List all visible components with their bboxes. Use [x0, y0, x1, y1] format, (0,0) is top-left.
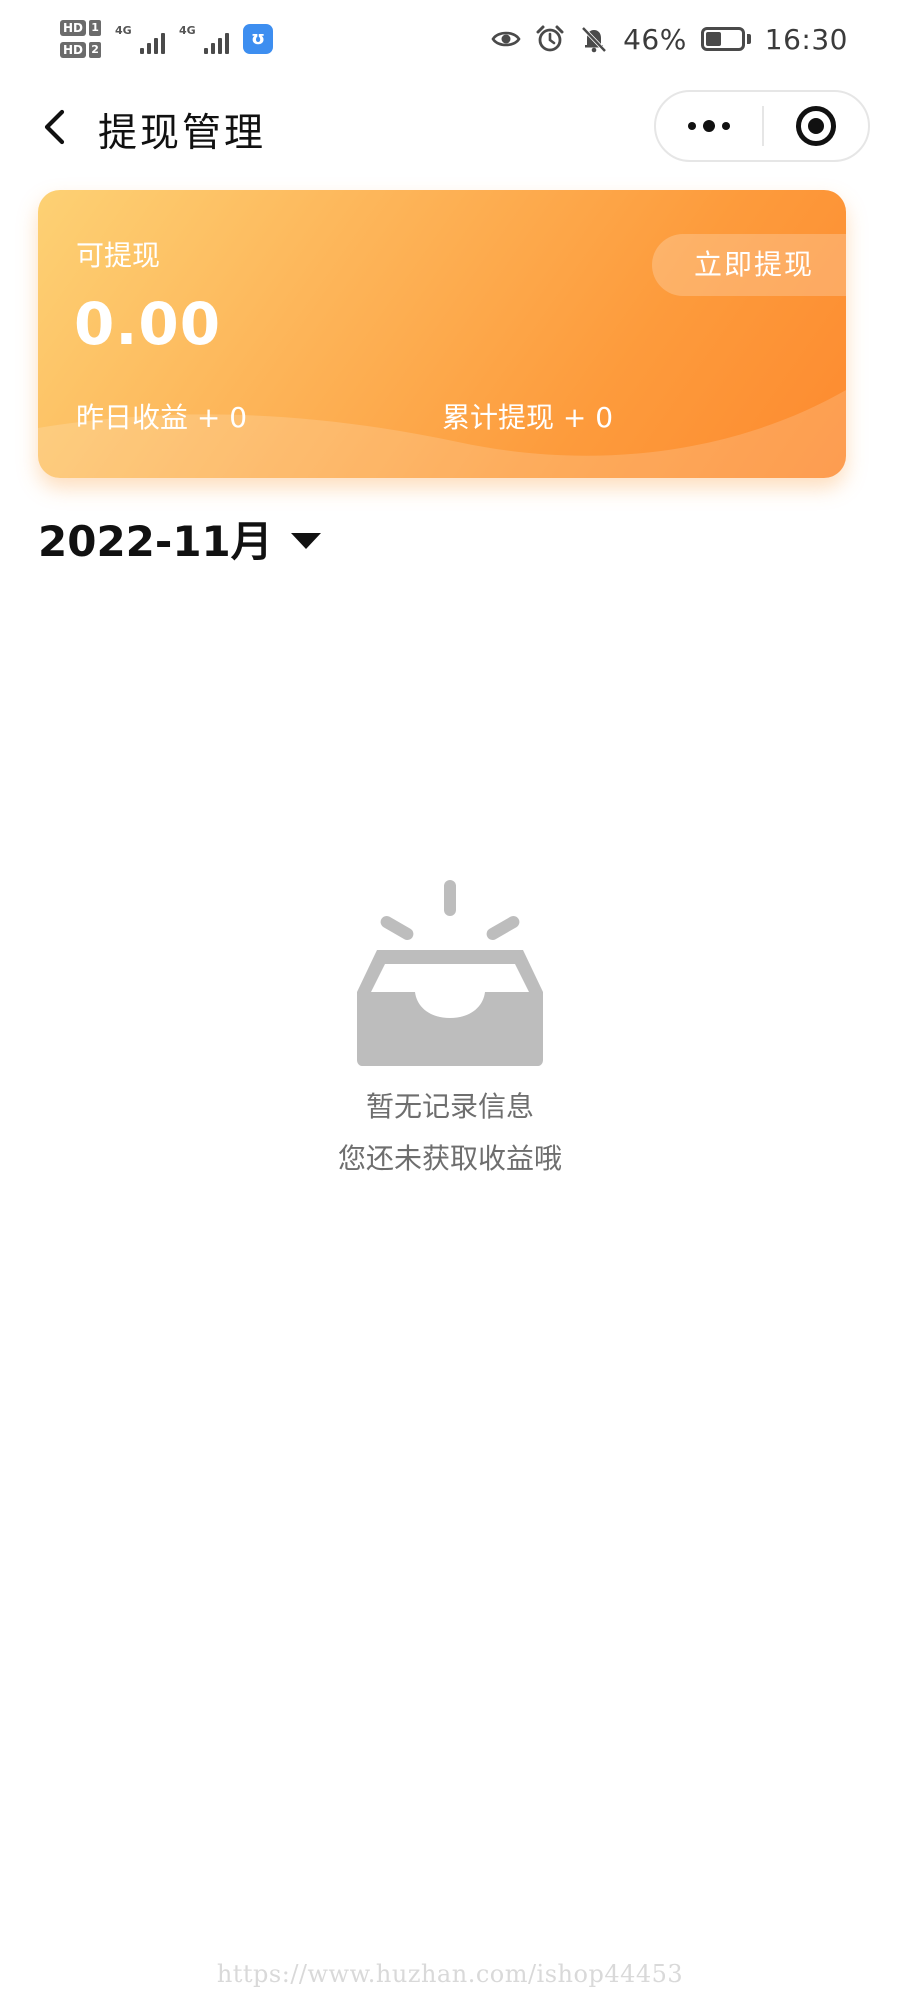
page-title: 提现管理 — [98, 111, 267, 156]
miniprogram-capsule — [654, 90, 870, 162]
network-type: 4G — [179, 24, 196, 37]
balance-card: 可提现 0.00 立即提现 昨日收益 + 0 累计提现 + 0 — [38, 190, 846, 478]
empty-title: 暂无记录信息 — [365, 1090, 534, 1123]
target-icon[interactable] — [764, 92, 868, 160]
network-type: 4G — [115, 24, 132, 37]
month-value: 2022-11月 — [38, 517, 273, 566]
month-picker[interactable]: 2022-11月 — [38, 508, 321, 569]
bell-mute-icon — [581, 26, 607, 53]
battery-icon — [700, 27, 751, 51]
total-withdrawn: 累计提现 + 0 — [442, 401, 614, 434]
sim-indicators: HD 1 HD 2 — [60, 20, 102, 58]
hd-badge: HD — [60, 42, 87, 58]
watermark: https://www.huzhan.com/ishop44453 — [216, 1960, 684, 1988]
alarm-icon — [536, 25, 564, 52]
yesterday-income: 昨日收益 + 0 — [76, 401, 248, 434]
navigation-bar: 提现管理 — [0, 78, 900, 174]
sim2-indicator: HD 2 — [60, 42, 102, 58]
empty-inbox-icon — [357, 880, 543, 1066]
sim-number: 1 — [89, 20, 102, 36]
eye-icon — [491, 31, 521, 47]
status-bar-right: 46% 16:30 — [491, 23, 848, 56]
caret-down-icon — [290, 532, 321, 549]
withdrawal-management-page: HD 1 HD 2 4G 4G ʊ 46% 16:30 提现管理 可提现 0.0… — [0, 0, 900, 2000]
hd-badge: HD — [60, 20, 87, 36]
status-bar-left: HD 1 HD 2 4G 4G ʊ — [60, 20, 274, 58]
empty-subtitle: 您还未获取收益哦 — [337, 1142, 562, 1175]
empty-state: 暂无记录信息 您还未获取收益哦 — [0, 880, 900, 1180]
withdraw-now-button[interactable]: 立即提现 — [652, 234, 846, 296]
signal-strength-icon: 4G — [115, 24, 166, 54]
available-label: 可提现 — [76, 239, 161, 272]
more-dots-icon[interactable] — [656, 92, 762, 160]
signal-strength-icon: 4G — [179, 24, 230, 54]
sim-number: 2 — [89, 42, 102, 58]
sim1-indicator: HD 1 — [60, 20, 102, 36]
clock: 16:30 — [764, 22, 848, 56]
battery-level-fill — [705, 32, 722, 46]
battery-percent: 46% — [623, 22, 687, 56]
app-notification-icon: ʊ — [243, 24, 274, 54]
back-arrow-icon[interactable] — [32, 100, 82, 154]
status-bar: HD 1 HD 2 4G 4G ʊ 46% 16:30 — [0, 0, 900, 78]
available-amount: 0.00 — [74, 290, 222, 358]
